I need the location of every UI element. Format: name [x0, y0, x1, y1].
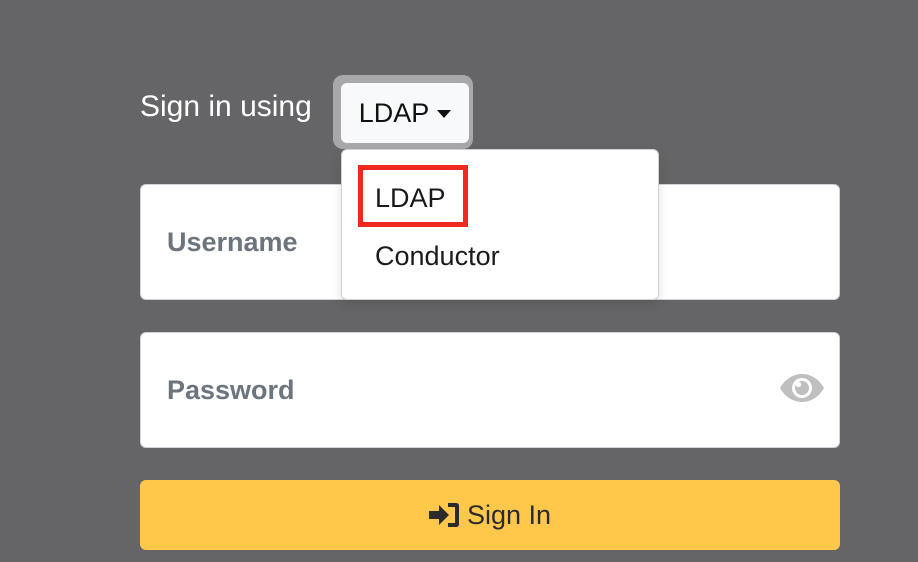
sign-in-using-label: Sign in using [140, 90, 312, 123]
auth-method-dropdown-menu: LDAP Conductor [341, 149, 659, 300]
dropdown-item-ldap[interactable]: LDAP [375, 181, 446, 215]
eye-icon[interactable] [779, 371, 825, 405]
caret-down-icon [437, 110, 452, 118]
auth-method-selected-label: LDAP [358, 97, 430, 128]
password-input[interactable] [141, 333, 839, 447]
dropdown-item-conductor[interactable]: Conductor [375, 239, 500, 273]
auth-method-dropdown-button[interactable]: LDAP [341, 83, 469, 143]
sign-in-button-label: Sign In [466, 499, 552, 530]
password-field-container [140, 332, 840, 448]
sign-in-button[interactable]: Sign In [140, 480, 840, 550]
sign-in-icon [428, 503, 459, 527]
